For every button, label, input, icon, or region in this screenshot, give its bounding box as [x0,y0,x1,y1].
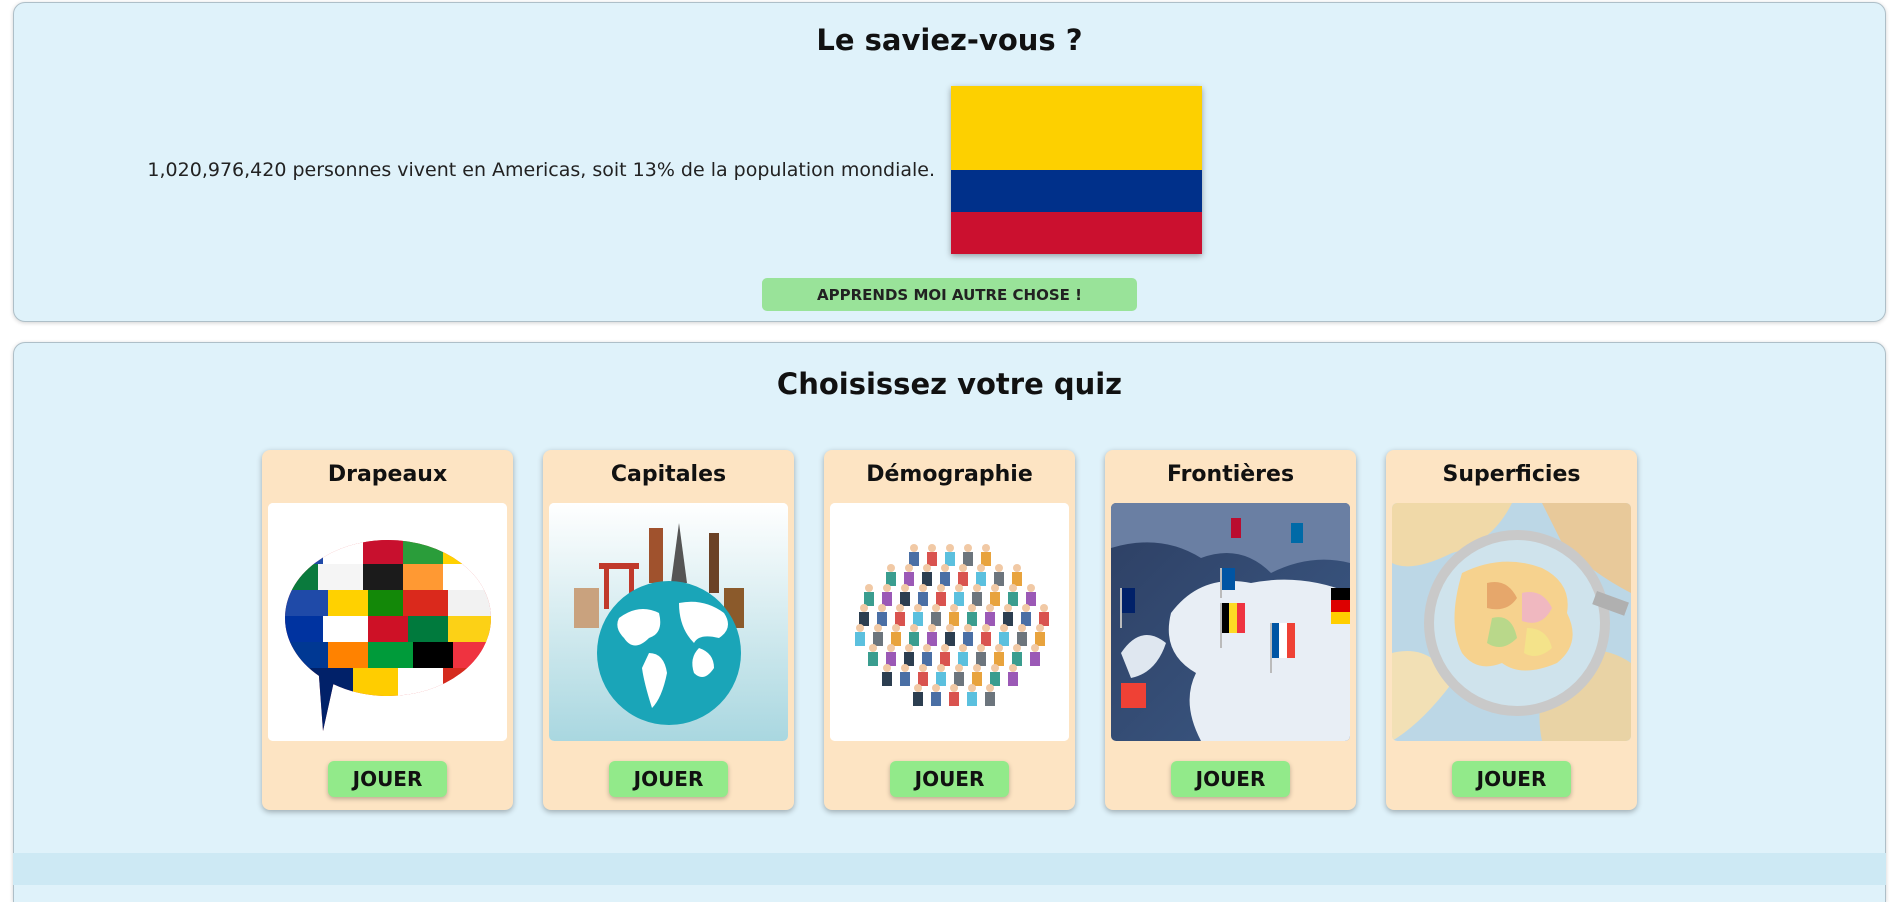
quiz-card-title: Capitales [610,462,727,487]
map-with-flag-pins-photo [1111,503,1350,741]
globe-with-landmarks-illustration [549,503,788,741]
magnifying-glass-over-map-photo [1392,503,1631,741]
fact-title: Le saviez-vous ? [816,23,1083,57]
quiz-card-title: Superficies [1442,462,1581,487]
country-flag [951,86,1202,254]
crowd-of-people-illustration [830,503,1069,741]
quiz-card-title: Frontières [1166,462,1295,487]
play-button-demographie[interactable]: JOUER [890,761,1009,797]
flag-band-red [951,212,1202,254]
quiz-card-capitales: Capitales JOUER [543,450,794,810]
quiz-card-frontieres: Frontières JOUER [1105,450,1356,810]
quiz-card-title: Drapeaux [327,462,448,487]
quiz-card-title: Démographie [866,462,1033,487]
quiz-card-demographie: Démographie JOUER [824,450,1075,810]
quiz-card-superficies: Superficies JOUER [1386,450,1637,810]
quiz-card-drapeaux: Drapeaux JOUER [262,450,513,810]
learn-more-button[interactable]: APPRENDS MOI AUTRE CHOSE ! [762,278,1137,311]
quiz-title: Choisissez votre quiz [776,367,1123,401]
flag-band-yellow [951,86,1202,170]
play-button-drapeaux[interactable]: JOUER [328,761,447,797]
quiz-panel: Choisissez votre quiz Drapeaux JOUER Cap… [13,342,1886,902]
fact-text: 1,020,976,420 personnes vivent en Americ… [147,159,935,181]
flags-speech-bubble-illustration [268,503,507,741]
play-button-frontieres[interactable]: JOUER [1171,761,1290,797]
play-button-superficies[interactable]: JOUER [1452,761,1571,797]
fact-panel: Le saviez-vous ? 1,020,976,420 personnes… [13,2,1886,322]
flag-band-blue [951,170,1202,212]
play-button-capitales[interactable]: JOUER [609,761,728,797]
footer-strip [13,853,1886,885]
